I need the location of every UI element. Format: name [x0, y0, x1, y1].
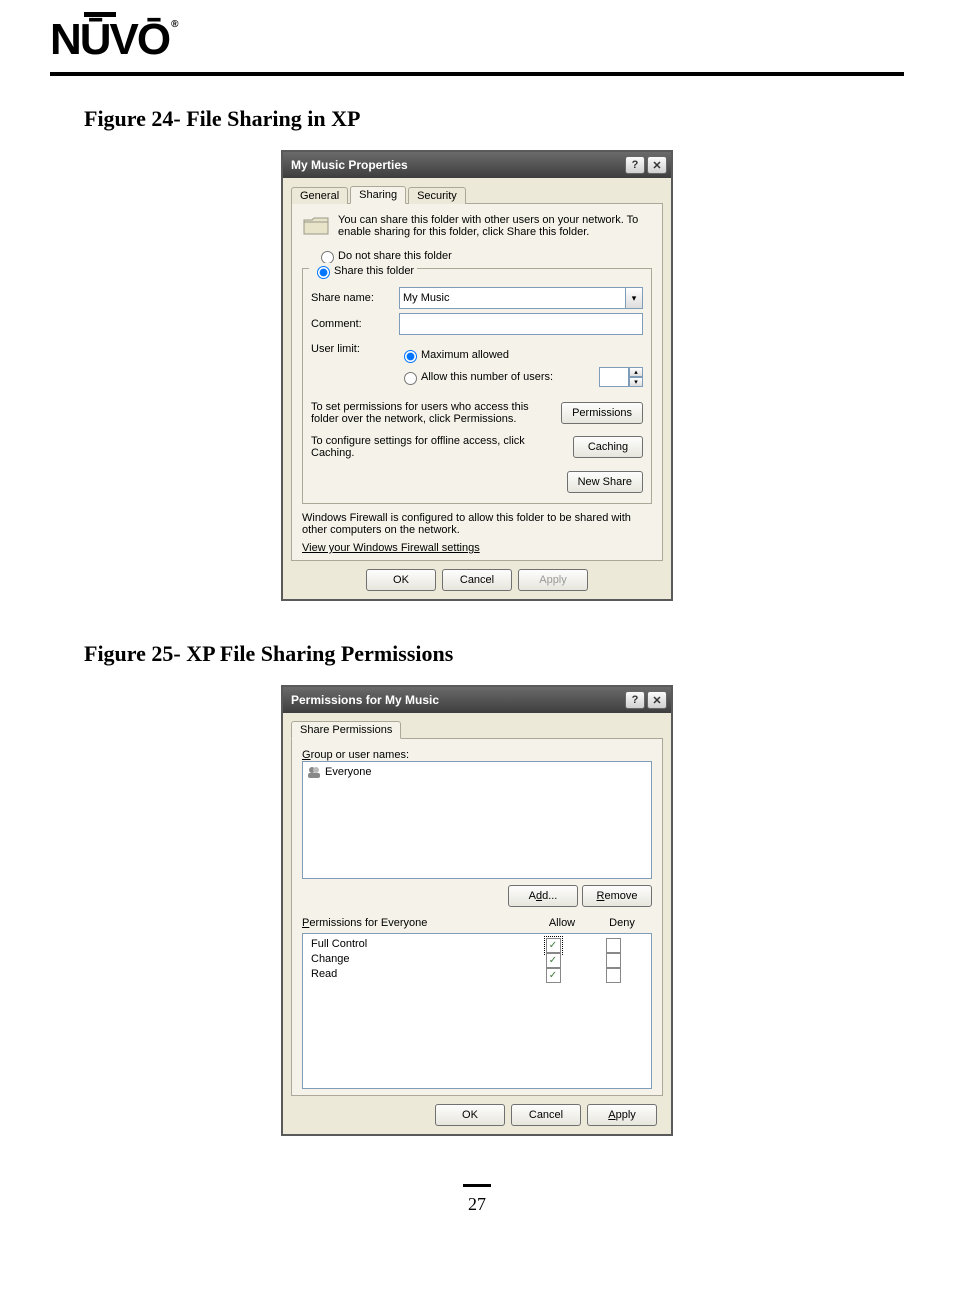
deny-full-control-checkbox[interactable] — [606, 938, 621, 953]
allow-read-checkbox[interactable]: ✓ — [546, 968, 561, 983]
tab-sharing[interactable]: Sharing — [350, 186, 406, 204]
share-name-input[interactable] — [399, 287, 626, 309]
caching-text: To configure settings for offline access… — [311, 435, 565, 459]
cancel-button[interactable]: Cancel — [442, 569, 512, 591]
comment-input[interactable] — [399, 313, 643, 335]
deny-read-checkbox[interactable] — [606, 968, 621, 983]
permissions-dialog: Permissions for My Music ? ✕ Share Permi… — [281, 685, 673, 1136]
radio-allow-number[interactable]: Allow this number of users: ▴▾ — [399, 367, 643, 387]
allow-change-checkbox[interactable]: ✓ — [546, 953, 561, 968]
permissions-for-label: Permissions for Everyone — [302, 917, 532, 929]
radio-max-allowed[interactable]: Maximum allowed — [399, 347, 643, 363]
apply-button[interactable]: Apply — [587, 1104, 657, 1126]
user-limit-label: User limit: — [311, 343, 399, 355]
dialog-title: My Music Properties — [291, 158, 623, 172]
close-button[interactable]: ✕ — [647, 156, 667, 174]
firewall-text: Windows Firewall is configured to allow … — [302, 512, 652, 536]
cancel-button[interactable]: Cancel — [511, 1104, 581, 1126]
table-row: Change ✓ — [311, 953, 643, 968]
page-footer: 27 — [50, 1176, 904, 1215]
radio-do-not-share[interactable]: Do not share this folder — [316, 248, 652, 264]
users-listbox[interactable]: Everyone — [302, 761, 652, 879]
titlebar[interactable]: Permissions for My Music ? ✕ — [283, 687, 671, 713]
radio-share-folder-input[interactable] — [317, 266, 330, 279]
permissions-table: Full Control ✓ Change ✓ Read ✓ — [302, 933, 652, 1089]
dialog-title: Permissions for My Music — [291, 693, 623, 707]
users-icon — [307, 765, 321, 779]
share-name-dropdown[interactable]: ▾ — [626, 287, 643, 309]
radio-max-allowed-input[interactable] — [404, 350, 417, 363]
comment-label: Comment: — [311, 318, 399, 330]
remove-button[interactable]: Remove — [582, 885, 652, 907]
list-item[interactable]: Everyone — [305, 764, 649, 780]
ok-button[interactable]: OK — [366, 569, 436, 591]
figure-24-caption: Figure 24- File Sharing in XP — [84, 106, 904, 132]
brand-logo: NŪVŌ® — [50, 18, 175, 62]
allow-full-control-checkbox[interactable]: ✓ — [546, 938, 561, 953]
figure-25-caption: Figure 25- XP File Sharing Permissions — [84, 641, 904, 667]
share-name-label: Share name: — [311, 292, 399, 304]
header-rule — [50, 72, 904, 76]
user-count-spinner[interactable]: ▴▾ — [599, 367, 643, 387]
deny-column-header: Deny — [592, 917, 652, 929]
help-button[interactable]: ? — [625, 691, 645, 709]
spinner-up[interactable]: ▴ — [629, 367, 643, 377]
help-button[interactable]: ? — [625, 156, 645, 174]
tab-general[interactable]: General — [291, 187, 348, 204]
permissions-button[interactable]: Permissions — [561, 402, 643, 424]
deny-change-checkbox[interactable] — [606, 953, 621, 968]
my-music-properties-dialog: My Music Properties ? ✕ General Sharing … — [281, 150, 673, 601]
apply-button[interactable]: Apply — [518, 569, 588, 591]
new-share-button[interactable]: New Share — [567, 471, 643, 493]
spinner-down[interactable]: ▾ — [629, 377, 643, 387]
tab-security[interactable]: Security — [408, 187, 466, 204]
permissions-text: To set permissions for users who access … — [311, 401, 553, 425]
close-button[interactable]: ✕ — [647, 691, 667, 709]
radio-share-folder[interactable]: Share this folder — [309, 263, 417, 279]
radio-allow-number-input[interactable] — [404, 372, 417, 385]
share-description: You can share this folder with other use… — [338, 214, 652, 238]
folder-icon — [302, 214, 330, 238]
tab-share-permissions[interactable]: Share Permissions — [291, 721, 401, 739]
firewall-settings-link[interactable]: View your Windows Firewall settings — [302, 542, 480, 554]
page-number: 27 — [468, 1194, 486, 1214]
ok-button[interactable]: OK — [435, 1104, 505, 1126]
caching-button[interactable]: Caching — [573, 436, 643, 458]
allow-column-header: Allow — [532, 917, 592, 929]
table-row: Read ✓ — [311, 968, 643, 983]
table-row: Full Control ✓ — [311, 938, 643, 953]
titlebar[interactable]: My Music Properties ? ✕ — [283, 152, 671, 178]
add-button[interactable]: Add... — [508, 885, 578, 907]
group-or-user-names-label: Group or user names: — [302, 749, 652, 761]
